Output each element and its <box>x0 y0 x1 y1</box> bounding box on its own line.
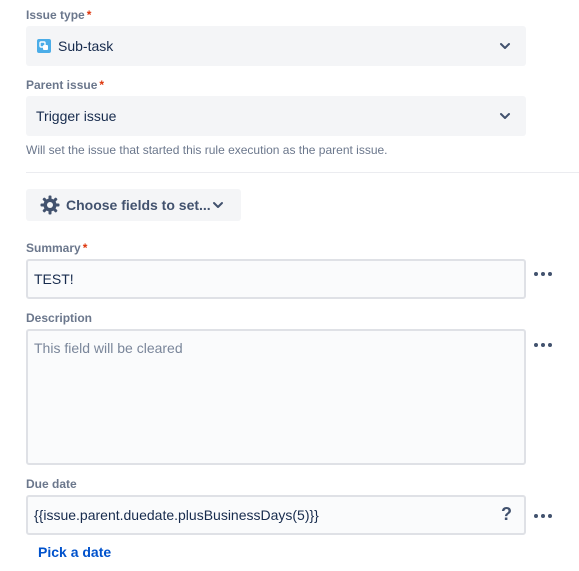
required-asterisk: * <box>82 241 88 255</box>
description-label: Description <box>26 311 92 325</box>
parent-issue-label: Parent issue * <box>26 78 104 92</box>
due-date-label: Due date <box>26 477 77 491</box>
parent-issue-helper-text: Will set the issue that started this rul… <box>26 143 388 157</box>
chevron-down-icon <box>498 39 512 53</box>
description-placeholder: This field will be cleared <box>34 340 183 356</box>
subtask-icon <box>37 39 51 53</box>
create-subtask-form: Issue type * Sub-task Parent issue * Trigg… <box>0 0 579 571</box>
summary-input[interactable]: TEST! <box>26 259 526 299</box>
due-date-more-options-icon[interactable] <box>534 511 554 521</box>
required-asterisk: * <box>86 8 92 22</box>
issue-type-select[interactable]: Sub-task <box>26 26 526 66</box>
issue-type-label: Issue type * <box>26 8 91 22</box>
description-label-text: Description <box>26 311 93 325</box>
chevron-down-icon <box>211 198 225 212</box>
required-asterisk: * <box>99 78 105 92</box>
description-textarea[interactable]: This field will be cleared <box>26 329 526 465</box>
issue-type-label-text: Issue type <box>26 8 85 22</box>
chevron-down-icon <box>498 109 512 123</box>
section-divider <box>26 172 579 173</box>
help-icon[interactable]: ? <box>501 504 512 524</box>
due-date-input[interactable]: {{issue.parent.duedate.plusBusinessDays(… <box>26 495 526 535</box>
summary-value: TEST! <box>34 271 74 287</box>
choose-fields-label: Choose fields to set... <box>66 197 211 213</box>
summary-label-text: Summary <box>26 241 81 255</box>
parent-issue-label-text: Parent issue <box>26 78 98 92</box>
description-more-options-icon[interactable] <box>534 340 554 350</box>
due-date-value: {{issue.parent.duedate.plusBusinessDays(… <box>34 507 319 523</box>
due-date-label-text: Due date <box>26 477 77 491</box>
gear-icon <box>40 195 60 215</box>
summary-label: Summary * <box>26 241 87 255</box>
summary-more-options-icon[interactable] <box>534 269 554 279</box>
issue-type-value: Sub-task <box>58 38 114 54</box>
choose-fields-button[interactable]: Choose fields to set... <box>26 189 241 221</box>
parent-issue-select[interactable]: Trigger issue <box>26 96 526 136</box>
parent-issue-value: Trigger issue <box>36 108 117 124</box>
pick-a-date-link[interactable]: Pick a date <box>38 544 111 560</box>
